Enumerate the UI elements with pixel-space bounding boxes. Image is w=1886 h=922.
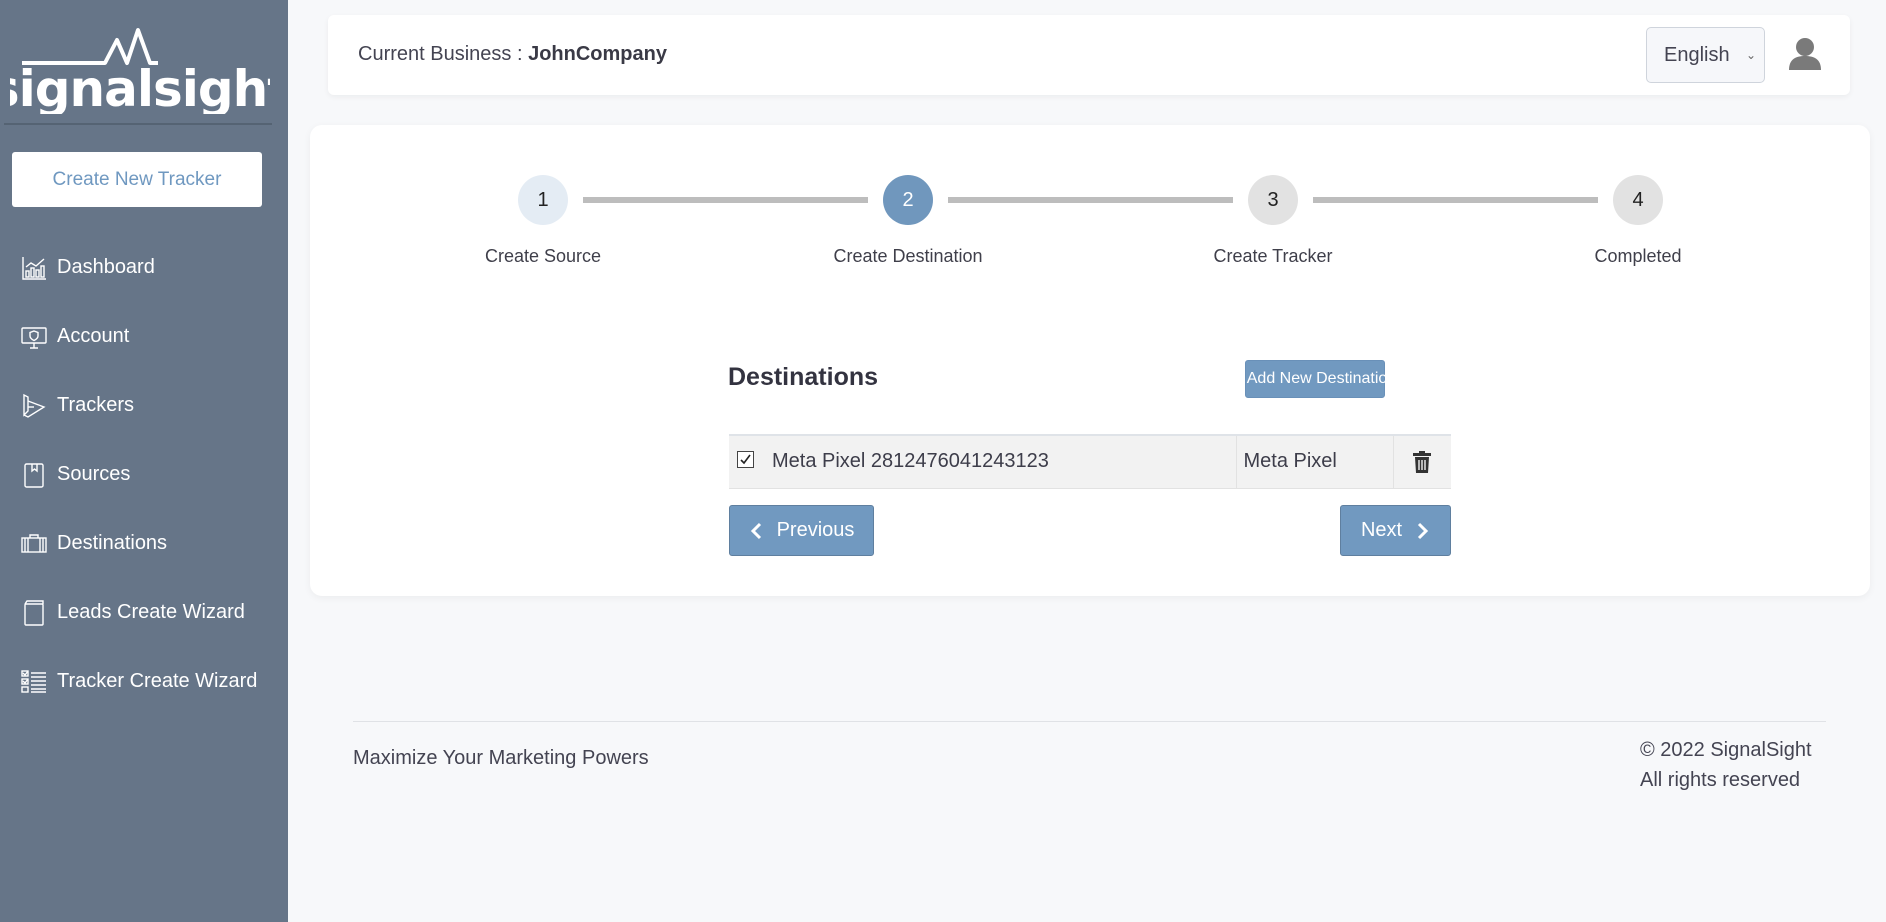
sidebar-item-label: Tracker Create Wizard bbox=[57, 670, 258, 692]
step-3-circle[interactable]: 3 bbox=[1248, 175, 1298, 225]
language-value: English bbox=[1664, 43, 1730, 66]
create-new-tracker-button[interactable]: Create New Tracker bbox=[12, 152, 262, 207]
step-2-label: Create Destination bbox=[833, 246, 983, 266]
destination-name: Meta Pixel 2812476041243123 bbox=[772, 450, 1049, 473]
sidebar-item-tracker-create-wizard[interactable]: Tracker Create Wizard bbox=[0, 647, 288, 716]
trash-icon[interactable] bbox=[1413, 450, 1432, 473]
sidebar-item-label: Account bbox=[57, 325, 130, 347]
step-4-label: Completed bbox=[1594, 246, 1682, 266]
step-number: 1 bbox=[537, 188, 549, 211]
logo-text: signalsight bbox=[10, 60, 270, 114]
step-1-circle[interactable]: 1 bbox=[518, 175, 568, 225]
destinations-title: Destinations bbox=[728, 363, 879, 391]
footer-divider bbox=[353, 721, 1826, 722]
business-name: JohnCompany bbox=[528, 43, 667, 65]
step-number: 3 bbox=[1267, 188, 1279, 211]
signalsight-logo[interactable]: signalsight bbox=[10, 26, 270, 114]
chevron-down-icon: ⌄ bbox=[1745, 48, 1756, 62]
sidebar-nav: Dashboard Account Trackers Sources Desti… bbox=[0, 233, 288, 716]
sidebar-item-leads-create-wizard[interactable]: Leads Create Wizard bbox=[0, 578, 288, 647]
next-button[interactable]: Next bbox=[1340, 505, 1451, 556]
copyright-text: © 2022 SignalSight bbox=[1640, 739, 1812, 761]
sidebar-item-destinations[interactable]: Destinations bbox=[0, 509, 288, 578]
user-avatar-icon[interactable] bbox=[1788, 37, 1822, 71]
step-number: 4 bbox=[1632, 188, 1644, 211]
book-icon bbox=[24, 599, 44, 626]
sidebar-item-trackers[interactable]: Trackers bbox=[0, 371, 288, 440]
wizard-stepper: 1 2 3 4 Create Source Create Destination… bbox=[310, 125, 1870, 275]
previous-label: Previous bbox=[776, 519, 855, 541]
step-number: 2 bbox=[902, 188, 914, 211]
sidebar-item-label: Leads Create Wizard bbox=[57, 601, 245, 623]
checklist-icon bbox=[21, 669, 46, 693]
add-new-destination-button[interactable]: + Add New Destination bbox=[1234, 360, 1396, 398]
current-business: Current Business : JohnCompany bbox=[358, 43, 667, 66]
sidebar-item-label: Sources bbox=[57, 463, 131, 485]
previous-button[interactable]: Previous bbox=[729, 505, 874, 556]
step-3-label: Create Tracker bbox=[1213, 246, 1333, 266]
sidebar-item-dashboard[interactable]: Dashboard bbox=[0, 233, 288, 302]
destination-actions-cell bbox=[1392, 434, 1451, 489]
business-label: Current Business : bbox=[358, 43, 529, 65]
language-select[interactable]: English ⌄ bbox=[1646, 27, 1765, 83]
step-1-label: Create Source bbox=[484, 246, 602, 266]
step-connector bbox=[1313, 197, 1598, 203]
logo-divider bbox=[4, 123, 272, 125]
destination-checkbox[interactable] bbox=[737, 451, 754, 469]
step-4-circle[interactable]: 4 bbox=[1613, 175, 1663, 225]
bookmark-book-icon bbox=[24, 462, 44, 488]
step-connector bbox=[583, 197, 868, 203]
sidebar-item-account[interactable]: Account bbox=[0, 302, 288, 371]
sidebar-item-sources[interactable]: Sources bbox=[0, 440, 288, 509]
wizard-card: 1 2 3 4 Create Source Create Destination… bbox=[310, 125, 1870, 596]
suitcase-icon bbox=[21, 533, 47, 553]
destination-type: Meta Pixel bbox=[1235, 434, 1393, 489]
destinations-table: Meta Pixel 2812476041243123 Meta Pixel bbox=[729, 434, 1451, 489]
chevron-left-icon bbox=[750, 522, 761, 539]
sidebar-item-label: Destinations bbox=[57, 532, 168, 554]
footer-tagline: Maximize Your Marketing Powers bbox=[353, 747, 649, 769]
chevron-right-icon bbox=[1418, 522, 1429, 539]
top-bar: Current Business : JohnCompany English ⌄ bbox=[328, 15, 1850, 95]
check-icon bbox=[740, 454, 751, 465]
sidebar-item-label: Dashboard bbox=[57, 256, 155, 278]
destination-name-cell: Meta Pixel 2812476041243123 bbox=[729, 434, 1236, 489]
chart-bar-icon bbox=[22, 256, 46, 280]
play-arrow-icon bbox=[23, 393, 46, 418]
sidebar-item-label: Trackers bbox=[57, 394, 135, 416]
footer-copyright: © 2022 SignalSight All rights reserved bbox=[1640, 735, 1812, 795]
table-row: Meta Pixel 2812476041243123 Meta Pixel bbox=[729, 434, 1451, 489]
next-label: Next bbox=[1360, 519, 1403, 541]
monitor-shield-icon bbox=[21, 326, 47, 349]
sidebar: signalsight Create New Tracker Dashboard… bbox=[0, 0, 288, 922]
step-2-circle[interactable]: 2 bbox=[883, 175, 933, 225]
step-connector bbox=[948, 197, 1233, 203]
rights-text: All rights reserved bbox=[1640, 769, 1801, 791]
